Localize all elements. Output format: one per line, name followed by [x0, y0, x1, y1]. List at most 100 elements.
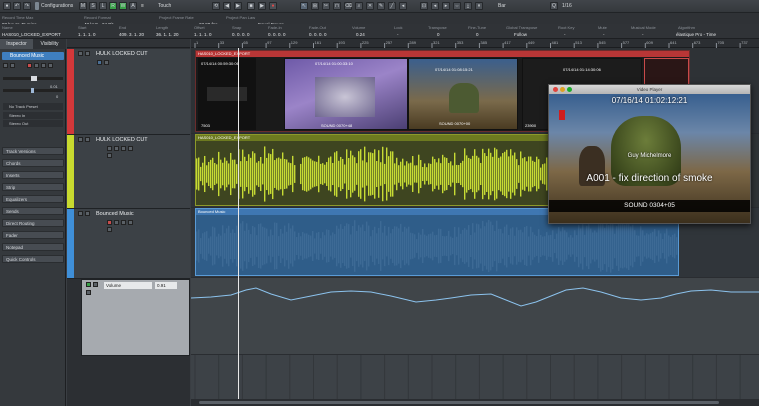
undo-icon[interactable]: ↶: [13, 2, 21, 10]
record-enable-button[interactable]: [27, 63, 32, 68]
fader-handle[interactable]: [31, 76, 37, 81]
nudge-right-icon[interactable]: ▸: [442, 2, 450, 10]
track-name[interactable]: HULK LOCKED CUT: [96, 51, 148, 57]
automation-parameter[interactable]: Volume: [104, 282, 152, 289]
automation-value[interactable]: 0.91: [155, 282, 177, 289]
track-mute-button[interactable]: [78, 211, 83, 216]
draw-tool-icon[interactable]: ✎: [377, 2, 385, 10]
write-button[interactable]: [48, 63, 53, 68]
snap-icon[interactable]: ⊡: [420, 2, 428, 10]
scrollbar-thumb[interactable]: [199, 401, 719, 404]
track-edit-button[interactable]: [107, 153, 112, 158]
play-icon[interactable]: ▶: [258, 2, 266, 10]
read-button[interactable]: [41, 63, 46, 68]
event-name-value[interactable]: HAS010_LOCKED_EXPORT: [2, 32, 61, 37]
track-mute-button[interactable]: [78, 51, 83, 56]
track-video[interactable]: HULK LOCKED CUT: [67, 49, 190, 135]
input-routing-selector[interactable]: Stereo In: [3, 112, 63, 119]
track-preset-selector[interactable]: No Track Preset: [3, 103, 63, 110]
l-button[interactable]: L: [99, 2, 107, 10]
section-strip[interactable]: Strip: [2, 183, 64, 191]
forward-icon[interactable]: ▶: [234, 2, 242, 10]
video-player-titlebar[interactable]: Video Player: [549, 85, 750, 94]
solo-button[interactable]: [10, 63, 15, 68]
auto-scroll-icon[interactable]: ⤓: [464, 2, 472, 10]
fine-tune-value[interactable]: 0: [476, 32, 479, 37]
playhead-cursor[interactable]: [238, 48, 239, 406]
a-button[interactable]: A: [129, 2, 137, 10]
r-button[interactable]: R: [109, 2, 117, 10]
nudge-left-icon[interactable]: ◂: [431, 2, 439, 10]
track-name[interactable]: Bounced Music: [96, 211, 134, 217]
track-record-button[interactable]: [107, 220, 112, 225]
range-tool-icon[interactable]: ⊞: [311, 2, 319, 10]
length-value[interactable]: 36. 1. 1. 20: [156, 32, 179, 37]
audio-clip[interactable]: HAS010_LOCKED_EXPORT: [195, 134, 549, 206]
track-write-button[interactable]: [128, 146, 133, 151]
object-selection-tool-icon[interactable]: ↖: [300, 2, 308, 10]
horizontal-scrollbar[interactable]: [191, 399, 759, 406]
redo-icon[interactable]: ↷: [23, 2, 31, 10]
split-tool-icon[interactable]: ✂: [322, 2, 330, 10]
track-music[interactable]: Bounced Music: [67, 209, 190, 279]
suspend-icon[interactable]: ⏸: [475, 2, 483, 10]
video-player-window[interactable]: Video Player 07/16/14 01:02:12:21 Guy Mi…: [548, 84, 751, 224]
section-track-versions[interactable]: Track Versions: [2, 147, 64, 155]
volume-value[interactable]: 0.24: [356, 32, 365, 37]
timeline-ruler[interactable]: 1 33 65 97 129 161 193 225 257 289 321 353 385 417 449…: [191, 39, 759, 48]
rewind-icon[interactable]: ◀: [223, 2, 231, 10]
zoom-tool-icon[interactable]: ⌕: [355, 2, 363, 10]
track-mute-button[interactable]: [78, 137, 83, 142]
section-equalizers[interactable]: Equalizers: [2, 195, 64, 203]
minimize-icon[interactable]: [560, 87, 565, 92]
section-quick-controls[interactable]: Quick Controls: [2, 255, 64, 263]
musical-mode-value[interactable]: -: [642, 32, 644, 37]
record-icon[interactable]: ●: [269, 2, 277, 10]
algorithm-value[interactable]: élastique Pro - Time: [676, 32, 716, 37]
mute-value[interactable]: -: [603, 32, 605, 37]
glue-tool-icon[interactable]: ⊓: [333, 2, 341, 10]
track-edit-button[interactable]: [107, 227, 112, 232]
zoom-icon[interactable]: [567, 87, 572, 92]
output-routing-selector[interactable]: Stereo Out: [3, 120, 63, 127]
section-fader[interactable]: Fader: [2, 231, 64, 239]
track-lock-button[interactable]: [104, 60, 109, 65]
automation-write-button[interactable]: [93, 282, 98, 287]
section-direct-routing[interactable]: Direct Routing: [2, 219, 64, 227]
touch-mode-dropdown[interactable]: Touch: [158, 2, 171, 11]
section-chords[interactable]: Chords: [2, 159, 64, 167]
close-icon[interactable]: [553, 87, 558, 92]
automation-mute-button[interactable]: [86, 290, 91, 295]
track-monitor-button[interactable]: [114, 220, 119, 225]
global-transpose-value[interactable]: Follow: [514, 32, 527, 37]
trim-icon[interactable]: ⇔: [453, 2, 461, 10]
stop-icon[interactable]: ■: [247, 2, 255, 10]
root-key-value[interactable]: -: [564, 32, 566, 37]
play-tool-icon[interactable]: ◂: [399, 2, 407, 10]
automation-curve[interactable]: [191, 278, 759, 355]
track-name[interactable]: HULK LOCKED CUT: [96, 137, 148, 143]
tab-visibility[interactable]: Visibility: [33, 39, 66, 49]
mute-button[interactable]: [3, 63, 8, 68]
monitor-button[interactable]: [34, 63, 39, 68]
start-value[interactable]: 1. 1. 1. 0: [78, 32, 96, 37]
w-button[interactable]: W: [119, 2, 127, 10]
quantize-icon[interactable]: Q: [550, 2, 558, 10]
track-solo-button[interactable]: [85, 211, 90, 216]
section-sends[interactable]: Sends: [2, 207, 64, 215]
lock-value[interactable]: -: [397, 32, 399, 37]
track-write-button[interactable]: [128, 220, 133, 225]
activate-project-button[interactable]: ●: [3, 2, 11, 10]
section-notepad[interactable]: Notepad: [2, 243, 64, 251]
inspector-track-name[interactable]: Bounced Music: [2, 52, 64, 60]
mute-tool-icon[interactable]: ✕: [366, 2, 374, 10]
line-tool-icon[interactable]: ╱: [388, 2, 396, 10]
track-monitor-button[interactable]: [114, 146, 119, 151]
pan-slider[interactable]: [3, 88, 63, 93]
configurations-dropdown[interactable]: Configurations: [41, 2, 73, 11]
cycle-icon[interactable]: ⟲: [212, 2, 220, 10]
track-read-button[interactable]: [121, 220, 126, 225]
track-thumbnail-button[interactable]: [97, 60, 102, 65]
section-inserts[interactable]: Inserts: [2, 171, 64, 179]
fade-out-value[interactable]: 0. 0. 0. 0: [309, 32, 327, 37]
